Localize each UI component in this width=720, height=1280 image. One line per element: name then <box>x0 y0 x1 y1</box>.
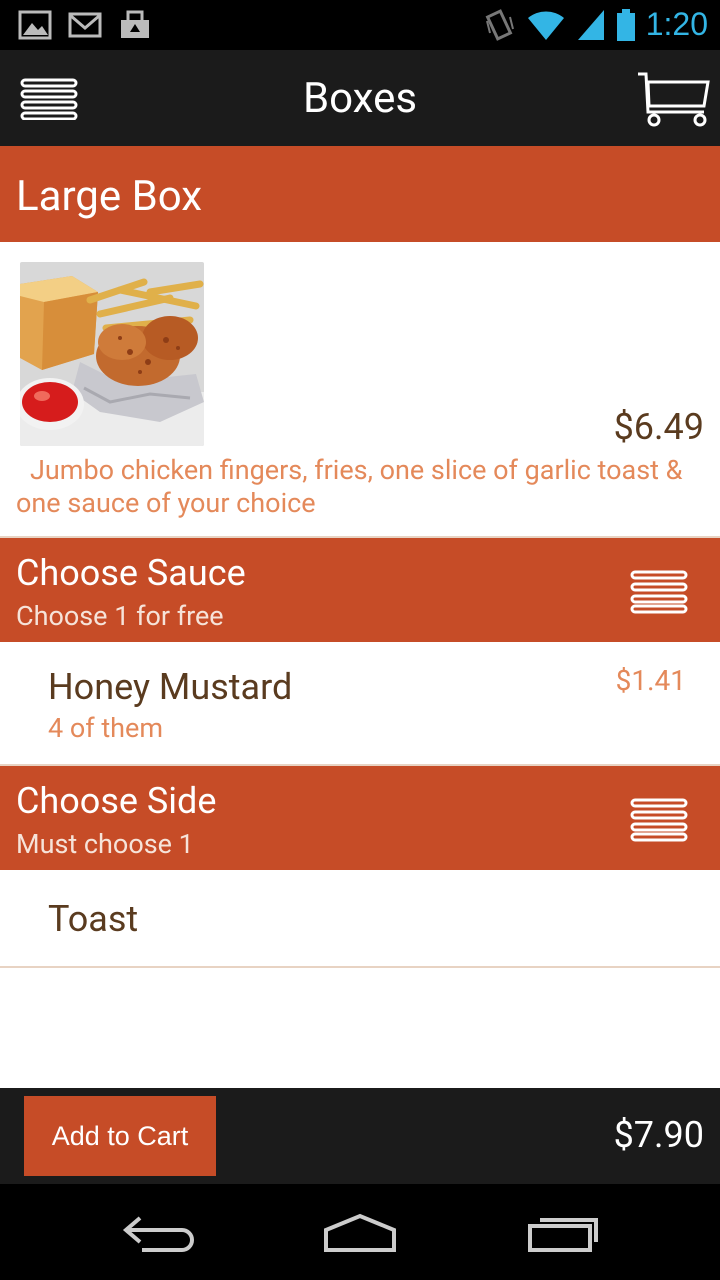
system-icons: 1:20 <box>484 6 708 43</box>
recents-icon <box>528 1218 598 1252</box>
status-time: 1:20 <box>645 6 708 42</box>
notification-icons <box>18 8 152 42</box>
section-title: Choose Sauce <box>16 552 246 594</box>
home-button[interactable] <box>316 1208 406 1258</box>
item-title: Large Box <box>16 172 203 221</box>
back-icon <box>122 1216 194 1252</box>
section-menu-button[interactable] <box>630 570 688 614</box>
signal-icon <box>577 9 604 40</box>
add-to-cart-button[interactable]: Add to Cart <box>24 1096 216 1176</box>
home-icon <box>324 1213 396 1252</box>
item-description: Jumbo chicken fingers, fries, one slice … <box>16 454 683 519</box>
item-price: $6.49 <box>613 406 704 448</box>
section-header-sauce[interactable]: Choose Sauce Choose 1 for free <box>0 538 720 642</box>
section-header-side[interactable]: Choose Side Must choose 1 <box>0 766 720 870</box>
back-button[interactable] <box>116 1208 206 1258</box>
cart-icon <box>638 72 710 127</box>
section-menu-button[interactable] <box>630 798 688 842</box>
bag-icon <box>121 10 149 38</box>
section-subtitle: Must choose 1 <box>16 828 194 860</box>
total-price: $7.90 <box>613 1114 704 1156</box>
option-name: Honey Mustard <box>48 666 293 708</box>
action-bar: Boxes <box>0 50 720 146</box>
item-photo <box>20 262 204 446</box>
option-name: Toast <box>48 898 139 940</box>
item-header: Large Box <box>0 146 720 242</box>
option-subtitle: 4 of them <box>48 712 164 744</box>
vibrate-icon <box>485 8 514 41</box>
cart-button[interactable] <box>636 70 710 128</box>
item-details: $6.49 Jumbo chicken fingers, fries, one … <box>0 242 720 538</box>
section-title: Choose Side <box>16 780 217 822</box>
menu-icon <box>630 798 688 842</box>
bottom-bar: Add to Cart $7.90 <box>0 1088 720 1184</box>
option-honey-mustard[interactable]: Honey Mustard 4 of them $1.41 <box>0 642 720 766</box>
section-subtitle: Choose 1 for free <box>16 600 224 632</box>
recents-button[interactable] <box>522 1208 612 1258</box>
battery-icon <box>616 8 635 41</box>
system-nav-bar <box>0 1184 720 1280</box>
status-bar: 1:20 <box>0 0 720 50</box>
gmail-icon <box>68 12 102 38</box>
option-toast[interactable]: Toast <box>0 870 720 968</box>
image-icon <box>18 10 52 40</box>
wifi-icon <box>527 10 564 40</box>
menu-icon <box>630 570 688 614</box>
page-title: Boxes <box>302 74 418 123</box>
option-price: $1.41 <box>615 664 686 697</box>
